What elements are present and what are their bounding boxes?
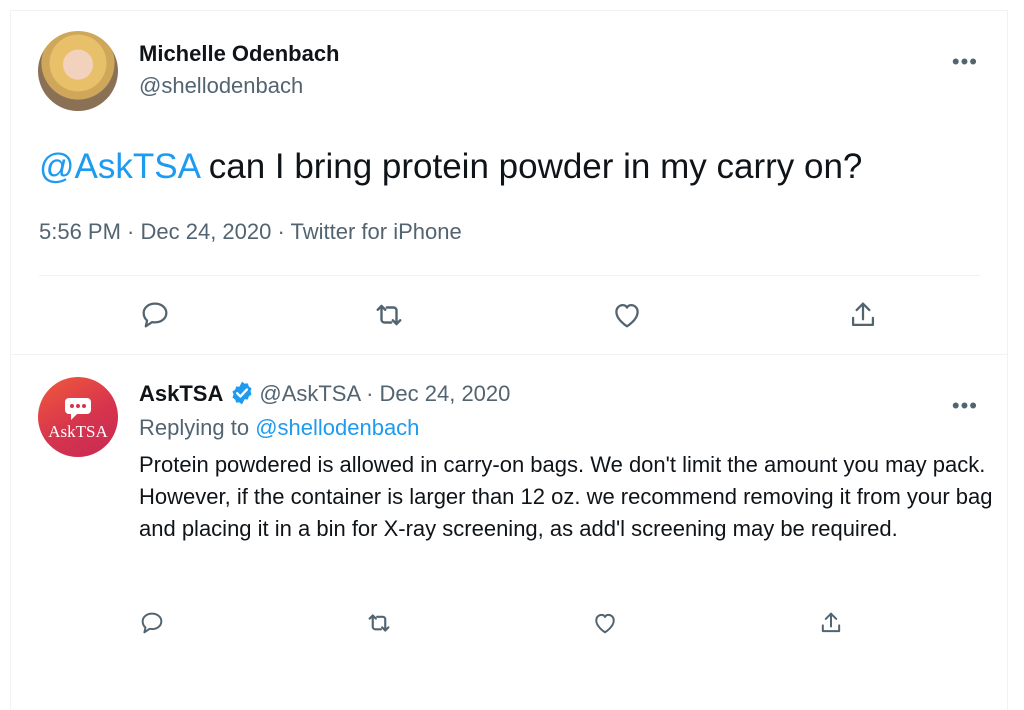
tweet-source[interactable]: Twitter for iPhone <box>291 219 462 244</box>
tweet-meta: 5:56 PM · Dec 24, 2020 · Twitter for iPh… <box>39 219 462 245</box>
reply-header: AskTSA @AskTSA · Dec 24, 2020 <box>139 380 510 407</box>
tweet-body: can I bring protein powder in my carry o… <box>199 147 863 186</box>
divider <box>39 275 980 276</box>
reply-icon[interactable] <box>137 297 173 333</box>
more-options-icon[interactable]: ••• <box>952 49 978 75</box>
meta-separator: · <box>359 381 380 406</box>
avatar-label: AskTSA <box>48 422 108 441</box>
tweet-date[interactable]: Dec 24, 2020 <box>380 381 511 406</box>
avatar[interactable] <box>38 31 118 111</box>
reply-text: Protein powdered is allowed in carry-on … <box>139 452 993 541</box>
share-icon[interactable] <box>813 605 849 641</box>
author-handle[interactable]: @AskTSA <box>259 381 360 406</box>
heart-icon[interactable] <box>609 297 645 333</box>
action-bar <box>11 297 1007 337</box>
author-name[interactable]: AskTSA <box>139 381 223 406</box>
avatar[interactable]: AskTSA <box>38 377 118 457</box>
tweet-text: @AskTSA can I bring protein powder in my… <box>39 145 862 189</box>
retweet-icon[interactable] <box>361 605 397 641</box>
replying-prefix: Replying to <box>139 415 256 440</box>
heart-icon[interactable] <box>587 605 623 641</box>
retweet-icon[interactable] <box>371 297 407 333</box>
action-bar <box>11 605 1007 645</box>
tweet-date[interactable]: Dec 24, 2020 <box>141 219 272 244</box>
replying-mention-link[interactable]: @shellodenbach <box>255 415 419 440</box>
reply-icon[interactable] <box>134 605 170 641</box>
tweet-time[interactable]: 5:56 PM <box>39 219 121 244</box>
verified-badge-icon <box>232 381 252 405</box>
meta-separator: · <box>271 219 291 244</box>
reply-tweet: AskTSA AskTSA @AskTSA · Dec 24, 2020 ••• … <box>11 355 1007 685</box>
more-options-icon[interactable]: ••• <box>952 393 978 419</box>
meta-separator: · <box>120 219 141 244</box>
author-handle[interactable]: @shellodenbach <box>139 73 303 99</box>
mention-link[interactable]: @AskTSA <box>39 147 199 186</box>
chat-bubble-icon <box>65 398 91 420</box>
replying-to: Replying to @shellodenbach <box>139 415 419 441</box>
share-icon[interactable] <box>845 297 881 333</box>
tweet-thread: Michelle Odenbach @shellodenbach ••• @As… <box>10 10 1008 710</box>
main-tweet: Michelle Odenbach @shellodenbach ••• @As… <box>11 11 1007 355</box>
author-name[interactable]: Michelle Odenbach <box>139 41 340 67</box>
